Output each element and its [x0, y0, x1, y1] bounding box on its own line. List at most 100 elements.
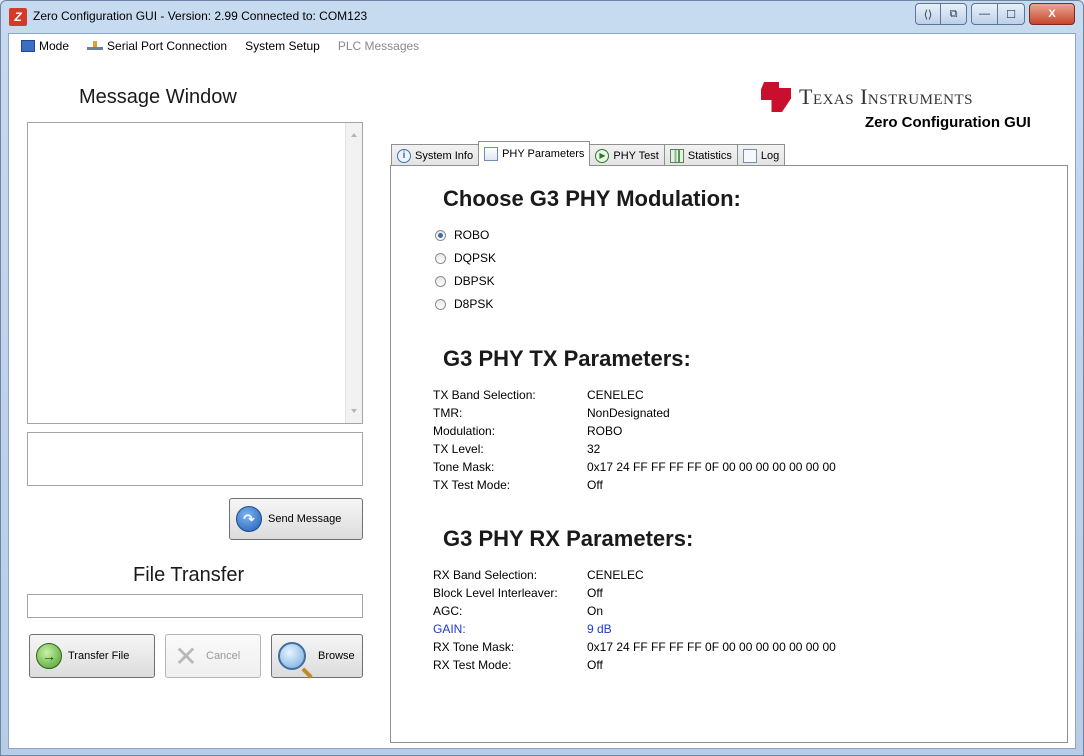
app-window: Z Zero Configuration GUI - Version: 2.99… — [0, 0, 1084, 756]
message-log-area[interactable] — [27, 122, 363, 424]
tab-phy-test[interactable]: ▶ PHY Test — [589, 144, 665, 166]
radio-dbpsk-label: DBPSK — [454, 274, 495, 288]
minimize-button[interactable]: — — [971, 3, 998, 25]
rx-row: GAIN: 9 dB — [433, 622, 612, 636]
interleaver-value: Off — [587, 586, 603, 600]
cancel-button[interactable]: ✕ Cancel — [165, 634, 261, 678]
tab-strip: i System Info PHY Parameters ▶ PHY Test … — [391, 141, 786, 166]
rx-row: RX Band Selection: CENELEC — [433, 568, 644, 582]
arrow-right-icon: → — [36, 643, 62, 669]
statistics-icon — [669, 148, 684, 163]
ti-logo-icon — [761, 82, 791, 112]
radio-button-icon[interactable] — [435, 252, 446, 264]
tx-row: TX Test Mode: Off — [433, 478, 603, 492]
phy-parameters-panel: Choose G3 PHY Modulation: ROBO DQPSK DBP… — [390, 165, 1068, 743]
title-bar-buttons: ⟨⟩ ⧉ — ☐ X — [915, 3, 1075, 25]
menu-mode-label: Mode — [39, 39, 70, 53]
extra-control-b-button[interactable]: ⧉ — [941, 3, 967, 25]
info-icon: i — [397, 148, 411, 163]
title-bar: Z Zero Configuration GUI - Version: 2.99… — [1, 1, 1083, 33]
tab-log[interactable]: Log — [736, 144, 786, 166]
tx-row: Tone Mask: 0x17 24 FF FF FF FF 0F 00 00 0… — [433, 460, 836, 474]
file-path-field[interactable] — [27, 594, 363, 618]
app-icon: Z — [9, 8, 27, 26]
tab-statistics[interactable]: Statistics — [663, 144, 738, 166]
tx-row: TMR: NonDesignated — [433, 406, 670, 420]
menu-mode[interactable]: Mode — [21, 39, 69, 53]
log-icon — [742, 148, 757, 163]
tab-phy-parameters[interactable]: PHY Parameters — [478, 141, 591, 166]
send-message-button[interactable]: ↷ Send Message — [229, 498, 363, 540]
menu-system-setup-label: System Setup — [245, 39, 320, 53]
app-subtitle: Zero Configuration GUI — [865, 114, 1031, 131]
tx-row: Modulation: ROBO — [433, 424, 622, 438]
menu-serial-port[interactable]: Serial Port Connection — [87, 39, 227, 53]
message-log-scrollbar[interactable] — [345, 123, 362, 423]
radio-button-icon[interactable] — [435, 275, 446, 287]
send-arrow-icon: ↷ — [236, 506, 262, 532]
menu-plc-messages-label: PLC Messages — [337, 39, 420, 53]
message-input[interactable] — [27, 432, 363, 486]
extra-control-a-button[interactable]: ⟨⟩ — [915, 3, 941, 25]
menu-serial-port-label: Serial Port Connection — [107, 39, 228, 53]
file-transfer-title: File Transfer — [133, 564, 245, 586]
menu-system-setup[interactable]: System Setup — [245, 39, 320, 53]
radio-dbpsk[interactable]: DBPSK — [435, 274, 495, 288]
transfer-file-label: Transfer File — [68, 650, 130, 662]
radio-button-icon[interactable] — [435, 298, 446, 310]
radio-d8psk[interactable]: D8PSK — [435, 297, 493, 311]
tx-test-mode-value: Off — [587, 478, 603, 492]
brand-name: Texas Instruments — [799, 84, 973, 109]
menu-plc-messages[interactable]: PLC Messages — [338, 39, 419, 53]
client-area: Mode Serial Port Connection System Setup… — [8, 33, 1076, 749]
transfer-file-button[interactable]: → Transfer File — [29, 634, 155, 678]
maximize-button[interactable]: ☐ — [998, 3, 1025, 25]
modulation-value: ROBO — [587, 424, 623, 438]
message-window-title: Message Window — [79, 86, 237, 108]
tab-system-info-label: System Info — [415, 149, 474, 162]
gain-label: GAIN: — [433, 622, 466, 636]
modulation-label: Modulation: — [433, 424, 496, 438]
document-icon — [484, 147, 499, 161]
radio-dqpsk[interactable]: DQPSK — [435, 251, 496, 265]
rx-test-mode-value: Off — [587, 658, 603, 672]
cancel-label: Cancel — [206, 650, 241, 662]
rx-parameters-heading: G3 PHY RX Parameters: — [443, 526, 694, 551]
tx-band-label: TX Band Selection: — [433, 388, 536, 402]
scroll-down-icon[interactable] — [351, 409, 357, 413]
window-title: Zero Configuration GUI - Version: 2.99 C… — [33, 9, 368, 23]
modulation-heading: Choose G3 PHY Modulation: — [443, 186, 741, 211]
browse-button[interactable]: Browse — [271, 634, 363, 678]
agc-value: On — [587, 604, 604, 618]
rx-row: Block Level Interleaver: Off — [433, 586, 603, 600]
scroll-up-icon[interactable] — [351, 133, 357, 137]
radio-button-icon[interactable] — [435, 229, 446, 241]
magnifier-icon — [278, 642, 306, 670]
rx-row: RX Tone Mask: 0x17 24 FF FF FF FF 0F 00 0… — [433, 640, 836, 654]
tone-mask-label: Tone Mask: — [433, 460, 495, 474]
radio-robo-label: ROBO — [454, 228, 490, 242]
radio-d8psk-label: D8PSK — [454, 297, 494, 311]
rx-tone-mask-label: RX Tone Mask: — [433, 640, 515, 654]
monitor-icon — [21, 40, 35, 52]
x-icon: ✕ — [174, 640, 198, 672]
menu-bar: Mode Serial Port Connection System Setup… — [9, 34, 1075, 58]
radio-dqpsk-label: DQPSK — [454, 251, 497, 265]
serial-plug-icon — [87, 41, 104, 51]
browse-label: Browse — [318, 650, 355, 662]
tx-row: TX Level: 32 — [433, 442, 600, 456]
tx-row: TX Band Selection: CENELEC — [433, 388, 644, 402]
tab-phy-test-label: PHY Test — [613, 149, 659, 162]
tmr-label: TMR: — [433, 406, 463, 420]
agc-label: AGC: — [433, 604, 463, 618]
close-button[interactable]: X — [1029, 3, 1075, 25]
radio-robo[interactable]: ROBO — [435, 228, 489, 242]
rx-band-label: RX Band Selection: — [433, 568, 538, 582]
interleaver-label: Block Level Interleaver: — [433, 586, 558, 600]
rx-band-value: CENELEC — [587, 568, 644, 582]
ti-logo: Texas Instruments — [761, 82, 973, 112]
tx-level-value: 32 — [587, 442, 601, 456]
tab-statistics-label: Statistics — [687, 149, 732, 162]
tab-system-info[interactable]: i System Info — [391, 144, 480, 166]
rx-row: RX Test Mode: Off — [433, 658, 603, 672]
